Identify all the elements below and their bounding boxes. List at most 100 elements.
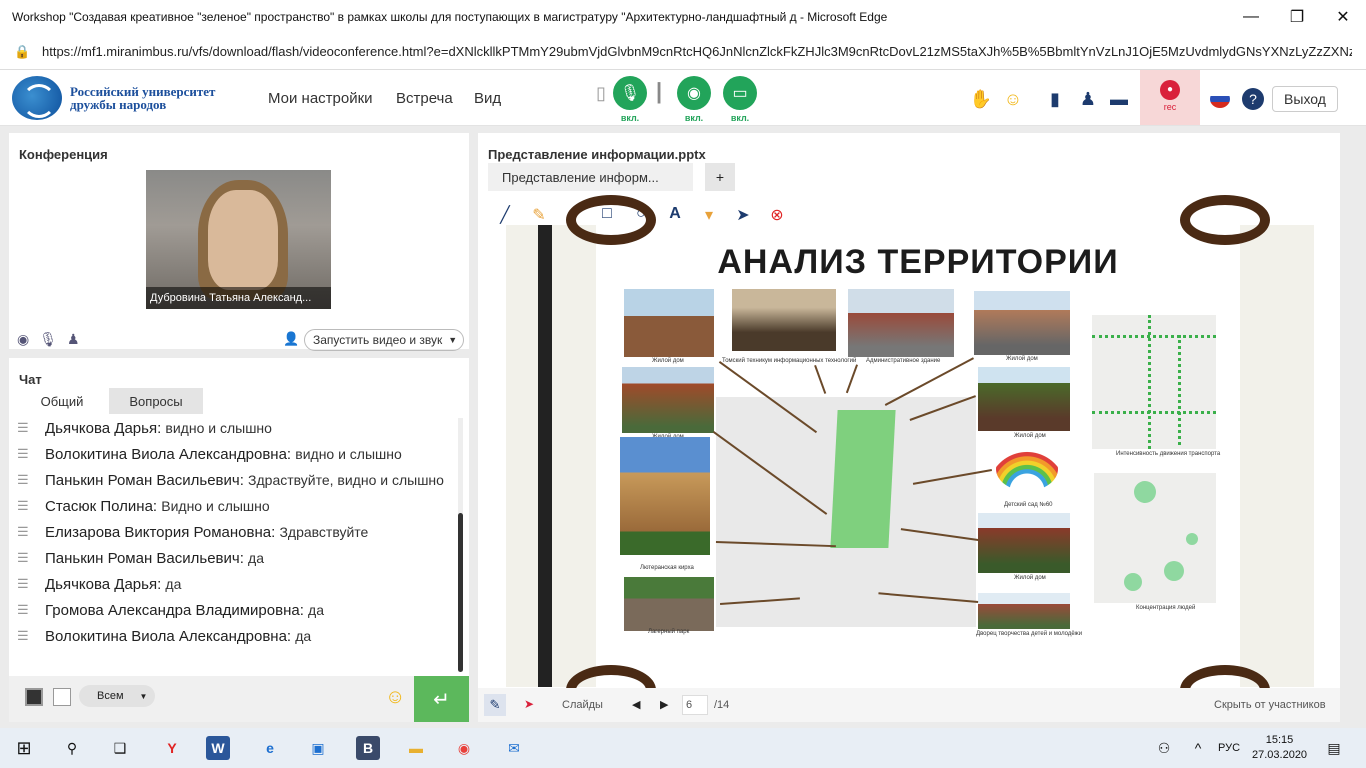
send-button[interactable]: ↵ xyxy=(414,676,469,722)
clear-tool-icon[interactable]: ⊗ xyxy=(760,205,794,225)
maximize-icon[interactable]: ❐ xyxy=(1274,0,1320,34)
text-tool-icon[interactable]: A xyxy=(658,205,692,225)
bg-color-icon[interactable] xyxy=(53,688,71,706)
users-icon[interactable]: ♟ xyxy=(1077,88,1099,110)
hide-from-participants[interactable]: Скрыть от участников xyxy=(1214,699,1326,711)
text-color-icon[interactable] xyxy=(25,688,43,706)
photo-admin-building xyxy=(848,289,954,357)
slides-label[interactable]: Слайды xyxy=(562,699,603,711)
tray-chevron-icon[interactable]: ^ xyxy=(1186,736,1210,760)
address-bar[interactable]: 🔒 https://mf1.miranimbus.ru/vfs/download… xyxy=(0,34,1366,70)
chrome-icon[interactable]: ◉ xyxy=(452,736,476,760)
message-handle-icon: ☰ xyxy=(17,602,29,617)
screen-share-toggle[interactable]: ▭ вкл. xyxy=(723,76,757,123)
caption-12: Интенсивность движения транспорта xyxy=(1116,451,1221,457)
close-icon[interactable]: ✕ xyxy=(1320,0,1366,34)
start-video-audio-button[interactable]: Запустить видео и звук ▼ xyxy=(304,329,464,351)
word-icon[interactable]: W xyxy=(206,736,230,760)
mic-settings-icon[interactable]: 🎙 xyxy=(39,331,57,348)
exit-button[interactable]: Выход xyxy=(1272,86,1338,112)
clock[interactable]: 15:15 27.03.2020 xyxy=(1252,733,1307,763)
chat-message: ☰ Стасюк Полина: Видно и слышно xyxy=(17,494,457,520)
menu-my-settings[interactable]: Мои настройки xyxy=(268,90,373,107)
raise-hand-icon[interactable]: ✋ xyxy=(970,88,992,110)
volume-slider[interactable]: ┃ xyxy=(648,82,670,104)
search-icon[interactable]: ⚲ xyxy=(60,736,84,760)
slide-side-bar xyxy=(538,225,552,687)
presentation-tab[interactable]: Представление информ... xyxy=(488,163,693,191)
participant-video[interactable]: Дубровина Татьяна Александ... xyxy=(146,170,331,309)
menu-view[interactable]: Вид xyxy=(474,90,501,107)
record-button[interactable]: ● rec xyxy=(1140,70,1200,125)
emoji-picker-icon[interactable]: ☺ xyxy=(385,686,405,709)
prev-slide-icon[interactable]: ◀ xyxy=(632,698,640,711)
photo-kindergarten-logo xyxy=(992,443,1062,499)
yandex-browser-icon[interactable]: Y xyxy=(160,736,184,760)
russian-flag-icon[interactable] xyxy=(1210,90,1230,108)
chat-message: ☰ Елизарова Виктория Романовна: Здравству… xyxy=(17,520,457,546)
caption-10: Лагерный парк xyxy=(648,629,690,635)
camera-settings-icon[interactable]: ◉ xyxy=(17,331,29,348)
pointer-line xyxy=(814,365,827,394)
message-handle-icon: ☰ xyxy=(17,498,29,513)
user-settings-icon[interactable]: ♟ xyxy=(67,331,80,348)
message-handle-icon: ☰ xyxy=(17,628,29,643)
lock-icon: 🔒 xyxy=(14,43,31,59)
chat-scrollbar[interactable] xyxy=(458,418,463,672)
scroll-thumb[interactable] xyxy=(458,513,463,672)
pointer-line xyxy=(845,364,858,394)
notifications-icon[interactable]: ▤ xyxy=(1322,736,1346,760)
input-language[interactable]: РУС xyxy=(1218,742,1240,754)
conference-panel: Конференция Дубровина Татьяна Александ..… xyxy=(9,133,469,351)
pointer-mode-icon[interactable]: ➤ xyxy=(524,697,534,711)
url-text[interactable]: https://mf1.miranimbus.ru/vfs/download/f… xyxy=(42,44,1352,59)
pen-mode-icon[interactable]: ✎ xyxy=(484,694,506,716)
pointer-tool-icon[interactable]: ➤ xyxy=(726,205,760,225)
slide-canvas[interactable]: АНАЛИЗ ТЕРРИТОРИИ Жилой дом Томский техн… xyxy=(506,195,1314,715)
traffic-route-h2 xyxy=(1092,411,1216,414)
b-app-icon[interactable]: B xyxy=(356,736,380,760)
chat-footer: Всем ▼ ☺ ↵ xyxy=(9,676,469,722)
photo-park xyxy=(624,577,714,631)
edge-icon[interactable]: e xyxy=(258,736,282,760)
photo-residential-2 xyxy=(974,291,1070,355)
marker-tool-icon[interactable]: ✎ xyxy=(522,205,556,225)
chevron-down-icon: ▼ xyxy=(139,691,148,701)
file-explorer-icon[interactable]: ▬ xyxy=(404,736,428,760)
camera-toggle[interactable]: ◉ вкл. xyxy=(677,76,711,123)
chevron-down-icon: ▼ xyxy=(448,335,458,345)
windows-start-icon[interactable]: ⊞ xyxy=(12,736,36,760)
recipient-select[interactable]: Всем ▼ xyxy=(79,685,155,707)
message-text: видно и слышно xyxy=(165,420,272,436)
next-slide-icon[interactable]: ▶ xyxy=(660,698,668,711)
message-author: Панькин Роман Васильевич: xyxy=(45,550,244,567)
folder-icon[interactable]: ▬ xyxy=(1108,88,1130,110)
message-handle-icon: ☰ xyxy=(17,550,29,565)
start-button-label: Запустить видео и звук xyxy=(313,333,443,347)
help-icon[interactable]: ? xyxy=(1242,88,1264,110)
fill-tool-icon[interactable]: ▾ xyxy=(692,205,726,225)
mic-toggle[interactable]: 🎙 вкл. xyxy=(613,76,647,123)
tab-general[interactable]: Общий xyxy=(19,388,105,414)
tab-questions[interactable]: Вопросы xyxy=(109,388,203,414)
screen-label: вкл. xyxy=(730,113,750,123)
crowd-dot xyxy=(1186,533,1198,545)
menu-meeting[interactable]: Встреча xyxy=(396,90,453,107)
message-author: Елизарова Виктория Романовна: xyxy=(45,524,276,541)
window-title: Workshop "Создавая креативное "зеленое" … xyxy=(12,10,888,24)
rainbow-icon xyxy=(996,447,1058,491)
line-tool-icon[interactable]: ╱ xyxy=(488,205,522,225)
window-titlebar: Workshop "Создавая креативное "зеленое" … xyxy=(0,0,1366,34)
message-text: Здраствуйте, видно и слышно xyxy=(248,472,444,488)
traffic-route-v2 xyxy=(1178,335,1181,445)
ornament-top-right xyxy=(1180,195,1270,245)
people-icon[interactable]: ⚇ xyxy=(1152,736,1176,760)
mail-icon[interactable]: ✉ xyxy=(502,736,526,760)
task-view-icon[interactable]: ❑ xyxy=(108,736,132,760)
store-icon[interactable]: ▣ xyxy=(306,736,330,760)
stats-icon[interactable]: ▮ xyxy=(1044,88,1066,110)
add-tab-button[interactable]: + xyxy=(705,163,735,191)
emoji-icon[interactable]: ☺ xyxy=(1002,88,1024,110)
minimize-icon[interactable]: — xyxy=(1228,0,1274,34)
slide-number-input[interactable]: 6 xyxy=(682,695,708,715)
